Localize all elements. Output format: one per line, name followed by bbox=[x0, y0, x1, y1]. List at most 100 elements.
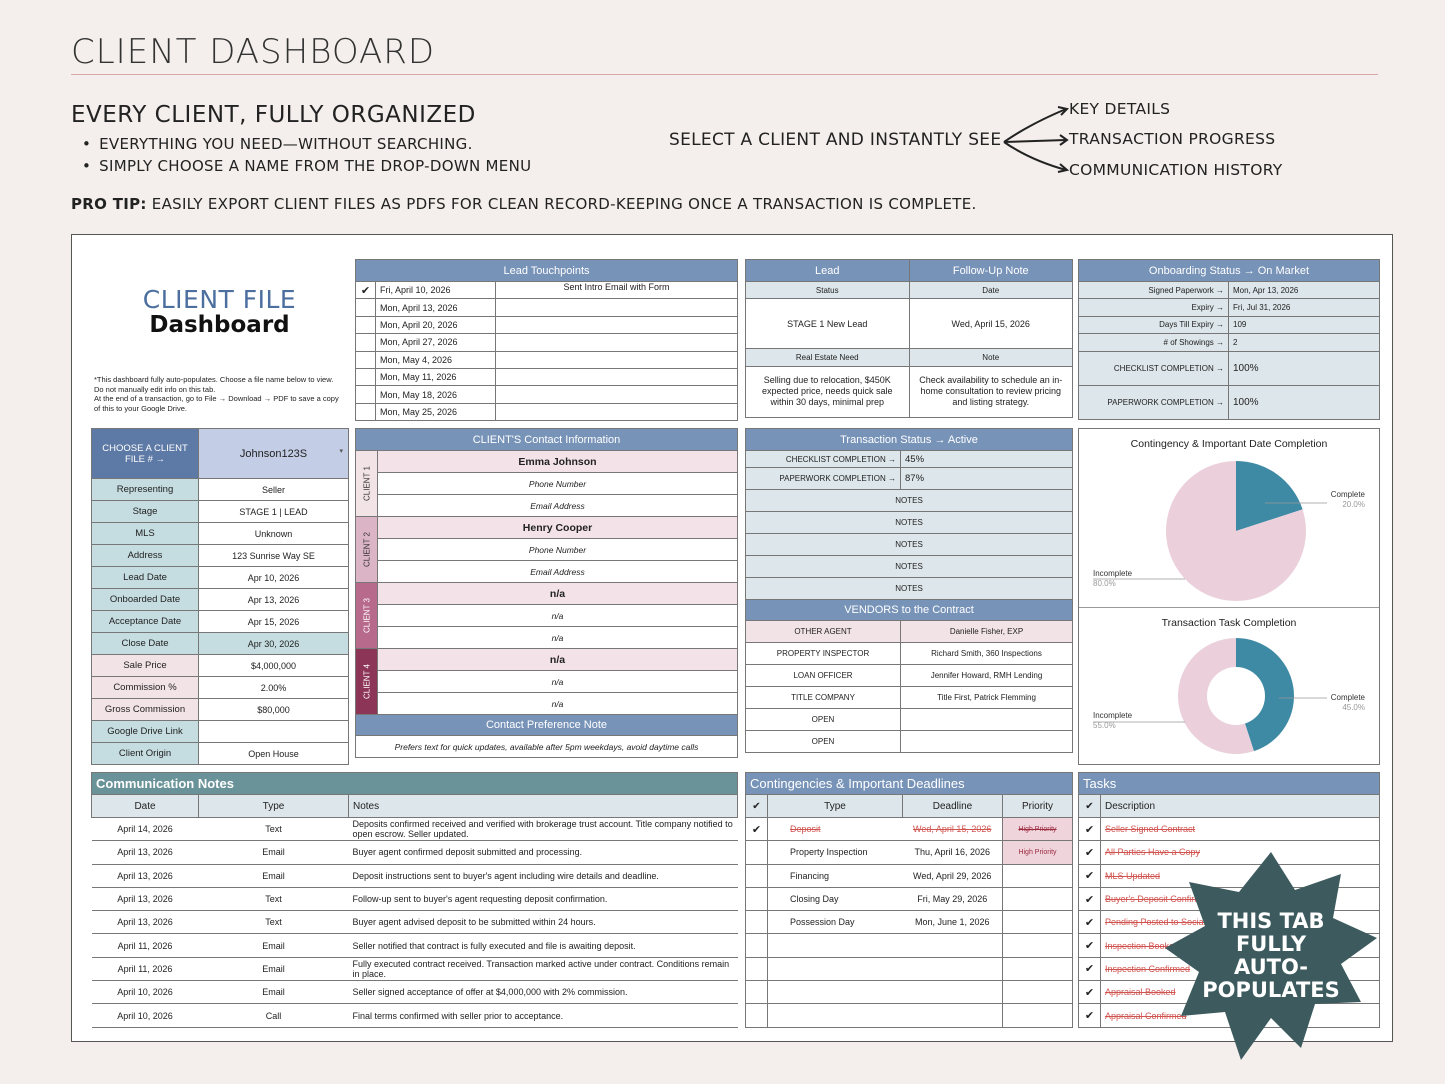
client-field-label: MLS bbox=[91, 522, 199, 545]
deadline-empty-row bbox=[745, 956, 1073, 982]
touchpoint-row: Mon, May 25, 2026 bbox=[355, 402, 738, 422]
client-field-label: Acceptance Date bbox=[91, 610, 199, 633]
touchpoint-check[interactable] bbox=[355, 333, 376, 352]
deadline-date: Fri, May 29, 2026 bbox=[902, 886, 1003, 912]
contact-phone[interactable]: Phone Number bbox=[377, 472, 738, 495]
tx-paperwork-label: PAPERWORK COMPLETION → bbox=[745, 467, 901, 491]
lead-touchpoints-panel: Lead Touchpoints ✔ Fri, April 10, 2026 Sen… bbox=[355, 259, 738, 422]
client-field-value: $4,000,000 bbox=[198, 654, 349, 677]
deadline-col-type: Type bbox=[767, 794, 903, 818]
touchpoint-check[interactable] bbox=[355, 367, 376, 387]
empty-cell bbox=[902, 933, 1003, 958]
touchpoint-check[interactable] bbox=[355, 315, 376, 335]
deadline-priority: High Priority bbox=[1002, 816, 1073, 842]
task-check[interactable]: ✔ bbox=[1078, 840, 1101, 865]
client-field-label: Commission % bbox=[91, 676, 199, 699]
client-field-value: Apr 30, 2026 bbox=[198, 632, 349, 655]
touchpoint-check[interactable] bbox=[355, 298, 376, 317]
onboarding-row: # of Showings → 2 bbox=[1078, 333, 1380, 352]
tx-checklist-label: CHECKLIST COMPLETION → bbox=[745, 449, 901, 469]
comm-note: Deposit instructions sent to buyer's age… bbox=[348, 863, 738, 888]
badge-line-3: AUTO- bbox=[1234, 955, 1308, 979]
touchpoint-row: Mon, April 20, 2026 bbox=[355, 315, 738, 335]
transaction-notes[interactable]: NOTES bbox=[745, 533, 1073, 557]
task-check[interactable]: ✔ bbox=[1078, 910, 1101, 935]
empty-cell bbox=[767, 956, 903, 982]
deadline-check[interactable] bbox=[745, 863, 768, 888]
comm-type: Text bbox=[198, 886, 349, 912]
notes-row: NOTES bbox=[745, 489, 1073, 513]
touchpoint-note bbox=[495, 385, 738, 404]
touchpoint-check[interactable] bbox=[355, 385, 376, 404]
touchpoint-note bbox=[495, 350, 738, 369]
task-check[interactable]: ✔ bbox=[1078, 956, 1101, 982]
transaction-notes[interactable]: NOTES bbox=[745, 555, 1073, 579]
vendor-row: LOAN OFFICER Jennifer Howard, RMH Lending bbox=[745, 664, 1073, 688]
empty-cell bbox=[745, 933, 768, 958]
deadline-check[interactable]: ✔ bbox=[745, 816, 768, 842]
touchpoint-note bbox=[495, 333, 738, 352]
need-label: Real Estate Need bbox=[745, 348, 910, 367]
task-row: ✔ Seller Signed Contract bbox=[1078, 816, 1380, 842]
onboarding-label: Signed Paperwork → bbox=[1078, 280, 1229, 300]
touchpoint-check[interactable] bbox=[355, 402, 376, 422]
comm-note: Buyer agent confirmed deposit submitted … bbox=[348, 840, 738, 865]
client-field-value: 123 Sunrise Way SE bbox=[198, 544, 349, 567]
onboarding-value: 109 bbox=[1228, 315, 1380, 335]
vendor-row: OPEN bbox=[745, 730, 1073, 754]
contacts-title: CLIENT'S Contact Information bbox=[355, 428, 738, 451]
client-field-row: Lead Date Apr 10, 2026 bbox=[91, 566, 349, 589]
contact-phone[interactable]: n/a bbox=[377, 670, 738, 693]
contact-email[interactable]: n/a bbox=[377, 692, 738, 715]
task-check[interactable]: ✔ bbox=[1078, 933, 1101, 958]
client-field-row: Google Drive Link bbox=[91, 720, 349, 743]
task-check[interactable]: ✔ bbox=[1078, 886, 1101, 912]
comm-row: April 13, 2026 Email Buyer agent confirmed… bbox=[91, 840, 738, 865]
client-field-row: Representing Seller bbox=[91, 478, 349, 501]
task-check[interactable]: ✔ bbox=[1078, 980, 1101, 1005]
client-field-value: $80,000 bbox=[198, 698, 349, 721]
contact-email[interactable]: Email Address bbox=[377, 494, 738, 517]
client-tag: CLIENT 4 bbox=[355, 648, 378, 715]
client-field-row: Sale Price $4,000,000 bbox=[91, 654, 349, 677]
transaction-notes[interactable]: NOTES bbox=[745, 511, 1073, 535]
client-file-dropdown[interactable]: Johnson123S ▾ bbox=[198, 428, 349, 479]
deadlines-panel: Contingencies & Important Deadlines ✔ Ty… bbox=[745, 772, 1073, 1028]
client-tag: CLIENT 3 bbox=[355, 582, 378, 649]
contact-email[interactable]: n/a bbox=[377, 626, 738, 649]
transaction-notes[interactable]: NOTES bbox=[745, 489, 1073, 513]
touchpoint-check[interactable]: ✔ bbox=[355, 280, 376, 300]
onb-paperwork-value: 100% bbox=[1228, 384, 1380, 420]
touchpoint-check[interactable] bbox=[355, 350, 376, 369]
contact-name: n/a bbox=[377, 582, 738, 605]
touchpoint-note bbox=[495, 298, 738, 317]
comm-date: April 11, 2026 bbox=[91, 956, 199, 982]
deadline-row: Closing Day Fri, May 29, 2026 bbox=[745, 886, 1073, 912]
deadline-row: ✔ Deposit Wed, April 15, 2026 High Priority bbox=[745, 816, 1073, 842]
contact-email[interactable]: Email Address bbox=[377, 560, 738, 583]
vendor-name: Danielle Fisher, EXP bbox=[900, 620, 1073, 644]
contact-phone[interactable]: Phone Number bbox=[377, 538, 738, 561]
dropdown-arrow-icon[interactable]: ▾ bbox=[339, 447, 343, 455]
deadline-check[interactable] bbox=[745, 910, 768, 935]
vendor-name: Title First, Patrick Flemming bbox=[900, 686, 1073, 710]
onboarding-label: Expiry → bbox=[1078, 298, 1229, 317]
deadline-check[interactable] bbox=[745, 840, 768, 865]
pie-complete-label: Complete bbox=[1331, 490, 1366, 499]
donut-chart: Complete 45.0% Incomplete 55.0% bbox=[1093, 638, 1366, 754]
client-field-label: Client Origin bbox=[91, 742, 199, 765]
task-check[interactable]: ✔ bbox=[1078, 816, 1101, 842]
empty-cell bbox=[1002, 956, 1073, 982]
comm-col-type: Type bbox=[198, 794, 349, 818]
pref-title: Contact Preference Note bbox=[355, 714, 738, 736]
task-check[interactable]: ✔ bbox=[1078, 863, 1101, 888]
task-check[interactable]: ✔ bbox=[1078, 1003, 1101, 1028]
transaction-notes[interactable]: NOTES bbox=[745, 577, 1073, 601]
client-field-value: Open House bbox=[198, 742, 349, 765]
comm-type: Text bbox=[198, 816, 349, 842]
client-field-value: 2.00% bbox=[198, 676, 349, 699]
empty-cell bbox=[902, 956, 1003, 982]
onboarding-value: 2 bbox=[1228, 333, 1380, 352]
deadline-check[interactable] bbox=[745, 886, 768, 912]
contact-phone[interactable]: n/a bbox=[377, 604, 738, 627]
